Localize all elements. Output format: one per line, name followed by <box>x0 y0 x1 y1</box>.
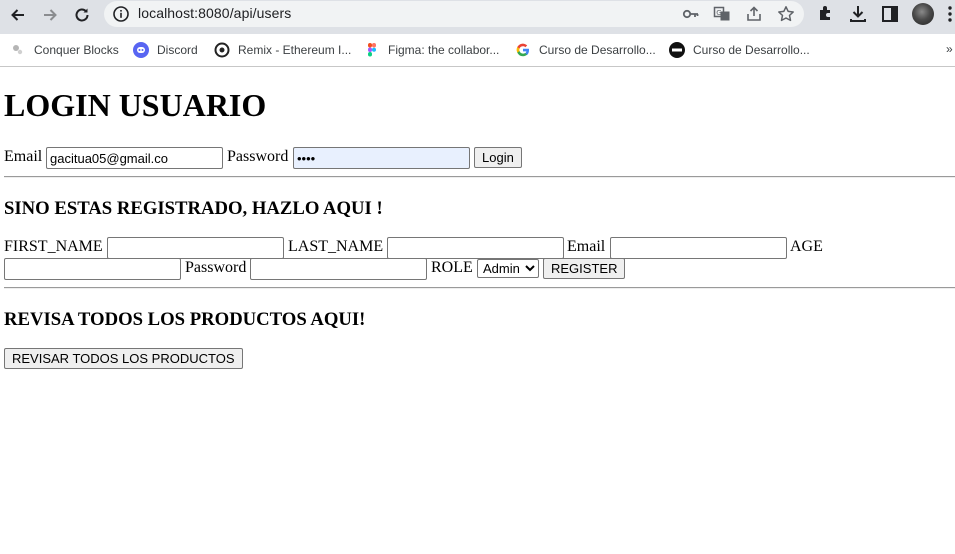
register-button[interactable]: REGISTER <box>543 258 626 279</box>
figma-icon <box>368 43 376 57</box>
role-select[interactable]: Admin <box>477 259 539 278</box>
bookmark-label: Curso de Desarrollo... <box>539 43 656 57</box>
profile-avatar[interactable] <box>912 3 934 25</box>
forward-button[interactable] <box>37 2 63 28</box>
svg-text:G: G <box>716 9 721 17</box>
age-label: AGE <box>790 238 823 255</box>
first-name-label: FIRST_NAME <box>4 238 103 255</box>
back-button[interactable] <box>5 2 31 28</box>
first-name-input[interactable] <box>107 237 284 259</box>
reload-button[interactable] <box>69 2 95 28</box>
register-email-label: Email <box>567 238 606 255</box>
bookmark-label: Discord <box>157 43 198 57</box>
login-email-label: Email <box>4 148 43 165</box>
bookmark-star-icon[interactable] <box>777 5 795 23</box>
bookmark-label: Figma: the collabor... <box>388 43 500 57</box>
bookmark-label: Remix - Ethereum I... <box>238 43 352 57</box>
browser-toolbar: localhost:8080/api/users G <box>0 0 955 34</box>
login-email-input[interactable] <box>46 147 223 169</box>
bookmark-remix[interactable]: Remix - Ethereum I... <box>214 40 351 60</box>
login-password-label: Password <box>227 148 289 165</box>
forward-arrow-icon <box>44 9 57 21</box>
reload-icon <box>75 8 89 22</box>
site-info-icon[interactable] <box>112 5 130 23</box>
extensions-icon[interactable] <box>816 4 836 24</box>
login-button[interactable]: Login <box>474 147 522 168</box>
bookmark-curso-course[interactable]: Curso de Desarrollo... <box>669 40 810 60</box>
bookmarks-overflow-icon[interactable]: » <box>946 42 953 56</box>
url-text: localhost:8080/api/users <box>138 5 292 21</box>
bookmark-label: Curso de Desarrollo... <box>693 43 810 57</box>
bookmark-figma[interactable]: Figma: the collabor... <box>364 40 499 60</box>
google-icon <box>516 43 529 57</box>
bookmarks-bar: Conquer Blocks Discord Remix - Ethereum … <box>0 34 955 67</box>
download-icon[interactable] <box>848 4 868 24</box>
side-panel-icon[interactable] <box>880 4 900 24</box>
remix-icon <box>214 42 230 58</box>
menu-kebab-icon[interactable] <box>945 4 955 24</box>
age-input[interactable] <box>4 258 181 280</box>
last-name-input[interactable] <box>387 237 564 259</box>
register-email-input[interactable] <box>610 237 787 259</box>
conquer-blocks-icon <box>13 45 23 55</box>
divider <box>4 287 955 289</box>
course-icon <box>669 42 685 58</box>
translate-icon[interactable]: G <box>713 5 731 23</box>
role-label: ROLE <box>431 259 473 276</box>
view-all-products-button[interactable]: REVISAR TODOS LOS PRODUCTOS <box>4 348 243 369</box>
address-bar[interactable]: localhost:8080/api/users G <box>104 1 804 27</box>
bookmark-conquer-blocks[interactable]: Conquer Blocks <box>10 40 119 60</box>
register-password-label: Password <box>185 259 247 276</box>
key-icon[interactable] <box>682 5 700 23</box>
register-heading: SINO ESTAS REGISTRADO, HAZLO AQUI ! <box>4 198 383 219</box>
share-icon[interactable] <box>745 5 763 23</box>
login-password-input[interactable] <box>293 147 470 169</box>
divider <box>4 176 955 178</box>
products-heading: REVISA TODOS LOS PRODUCTOS AQUI! <box>4 309 366 330</box>
back-arrow-icon <box>11 9 24 21</box>
bookmark-label: Conquer Blocks <box>34 43 119 57</box>
login-title: LOGIN USUARIO <box>4 87 267 123</box>
bookmark-curso-google[interactable]: Curso de Desarrollo... <box>515 40 656 60</box>
bookmark-discord[interactable]: Discord <box>133 40 198 60</box>
register-password-input[interactable] <box>250 258 427 280</box>
discord-icon <box>133 42 149 58</box>
last-name-label: LAST_NAME <box>288 238 384 255</box>
